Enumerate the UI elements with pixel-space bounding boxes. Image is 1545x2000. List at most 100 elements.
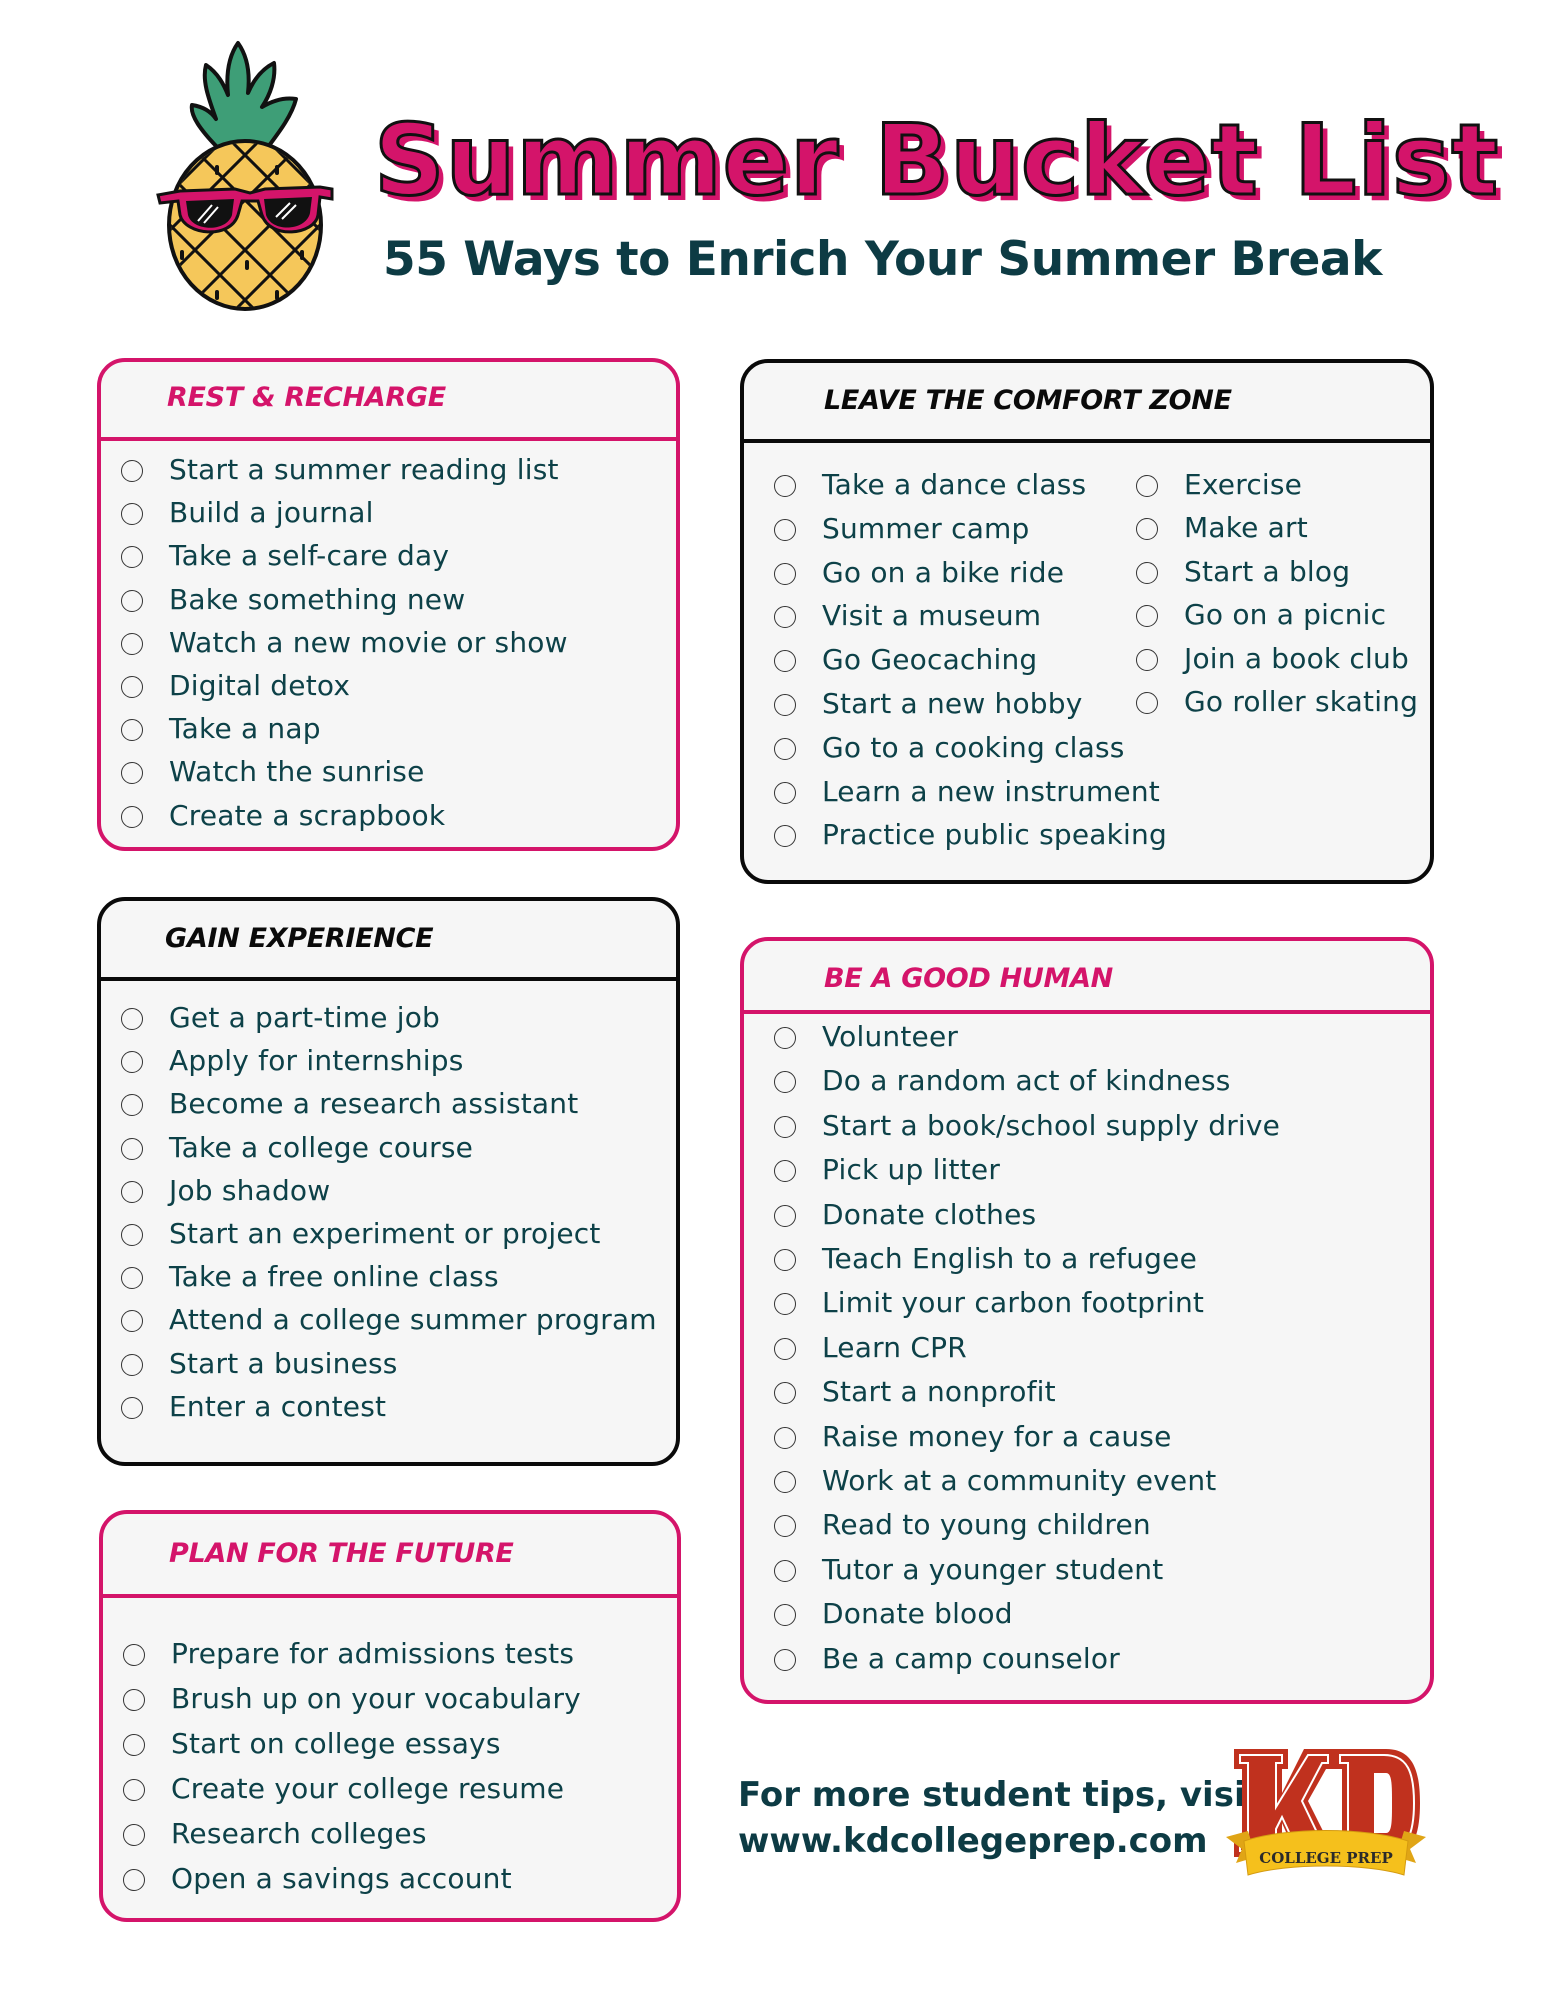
checklist-item-label: Job shadow xyxy=(169,1173,331,1207)
checklist-item-label: Exercise xyxy=(1184,468,1303,501)
checkbox-circle-icon[interactable] xyxy=(121,632,143,655)
section-plan-for-the-future: PLAN FOR THE FUTURE Prepare for admissio… xyxy=(99,1510,681,1922)
checklist-item-label: Digital detox xyxy=(169,669,351,702)
checkbox-circle-icon[interactable] xyxy=(774,1604,796,1627)
section-title: PLAN FOR THE FUTURE xyxy=(169,1538,514,1569)
checkbox-circle-icon[interactable] xyxy=(774,562,796,585)
checkbox-circle-icon[interactable] xyxy=(774,518,796,541)
section-gain-experience: GAIN EXPERIENCE Get a part-time job Apply… xyxy=(97,897,680,1466)
checkbox-circle-icon[interactable] xyxy=(774,1471,796,1493)
checkbox-circle-icon[interactable] xyxy=(123,1689,145,1711)
checkbox-circle-icon[interactable] xyxy=(123,1734,145,1756)
checkbox-circle-icon[interactable] xyxy=(1136,518,1158,541)
checkbox-circle-icon[interactable] xyxy=(121,719,143,742)
checkbox-circle-icon[interactable] xyxy=(121,762,143,785)
checkbox-circle-icon[interactable] xyxy=(774,825,796,848)
checkbox-circle-icon[interactable] xyxy=(121,1267,143,1290)
checkbox-circle-icon[interactable] xyxy=(121,1180,143,1203)
checkbox-circle-icon[interactable] xyxy=(121,1353,143,1376)
checklist-item-label: Prepare for admissions tests xyxy=(171,1637,575,1670)
checkbox-circle-icon[interactable] xyxy=(1136,692,1158,714)
checkbox-circle-icon[interactable] xyxy=(1136,648,1158,671)
section-title: BE A GOOD HUMAN xyxy=(824,963,1113,994)
checklist-item-label: Go roller skating xyxy=(1184,685,1419,718)
checkbox-circle-icon[interactable] xyxy=(121,1051,143,1074)
checkbox-circle-icon[interactable] xyxy=(123,1644,145,1666)
checkbox-circle-icon[interactable] xyxy=(121,1094,143,1117)
checkbox-circle-icon[interactable] xyxy=(121,1137,143,1160)
section-title: REST & RECHARGE xyxy=(167,382,446,413)
checkbox-circle-icon[interactable] xyxy=(123,1824,145,1846)
checkbox-circle-icon[interactable] xyxy=(121,1008,143,1030)
checklist-item-label: Donate blood xyxy=(822,1597,1013,1631)
checklist-item-label: Get a part-time job xyxy=(169,1001,441,1034)
checklist-item-label: Tutor a younger student xyxy=(822,1552,1164,1586)
checkbox-circle-icon[interactable] xyxy=(774,1648,796,1671)
footer-website-link[interactable]: www.kdcollegeprep.com xyxy=(738,1818,1262,1864)
checkbox-circle-icon[interactable] xyxy=(1136,561,1158,584)
checklist-item-label: Practice public speaking xyxy=(822,818,1167,852)
checkbox-circle-icon[interactable] xyxy=(774,781,796,804)
checkbox-circle-icon[interactable] xyxy=(121,503,143,526)
checkbox-circle-icon[interactable] xyxy=(123,1779,145,1801)
checkbox-circle-icon[interactable] xyxy=(121,546,143,569)
checklist-item-label: Apply for internships xyxy=(169,1044,464,1078)
checklist-item-label: Go on a bike ride xyxy=(822,555,1065,589)
checkbox-circle-icon[interactable] xyxy=(121,1310,143,1333)
checkbox-circle-icon[interactable] xyxy=(121,676,143,698)
checkbox-circle-icon[interactable] xyxy=(1136,475,1158,497)
checklist-item-label: Volunteer xyxy=(822,1020,959,1053)
checkbox-circle-icon[interactable] xyxy=(774,1426,796,1449)
checklist-item-label: Teach English to a refugee xyxy=(822,1242,1197,1275)
checkbox-circle-icon[interactable] xyxy=(774,1559,796,1582)
checkbox-circle-icon[interactable] xyxy=(774,1160,796,1183)
checkbox-circle-icon[interactable] xyxy=(121,1224,143,1246)
section-title: GAIN EXPERIENCE xyxy=(165,923,434,954)
checkbox-circle-icon[interactable] xyxy=(774,694,796,716)
checkbox-circle-icon[interactable] xyxy=(774,1382,796,1405)
checklist-item-label: Start an experiment or project xyxy=(169,1217,601,1250)
footer-line-1: For more student tips, visit xyxy=(738,1775,1262,1815)
checklist-item-label: Start a summer reading list xyxy=(169,453,559,486)
checklist-item-label: Take a free online class xyxy=(169,1260,499,1294)
checklist-item-label: Start a blog xyxy=(1184,554,1351,588)
section-rest-recharge: REST & RECHARGE Start a summer reading l… xyxy=(97,358,680,851)
checklist-item-label: Start a business xyxy=(169,1346,398,1380)
checkbox-circle-icon[interactable] xyxy=(121,805,143,828)
checkbox-circle-icon[interactable] xyxy=(774,650,796,673)
checklist-item-label: Go on a picnic xyxy=(1184,598,1387,632)
checkbox-circle-icon[interactable] xyxy=(121,460,143,482)
checklist-item-label: Take a nap xyxy=(169,712,321,746)
checkbox-circle-icon[interactable] xyxy=(774,1115,796,1138)
checklist-item-label: Go to a cooking class xyxy=(822,730,1125,764)
checklist-item-label: Join a book club xyxy=(1184,641,1409,675)
checklist-item-label: Watch the sunrise xyxy=(169,755,425,789)
checkbox-circle-icon[interactable] xyxy=(123,1869,145,1891)
checkbox-circle-icon[interactable] xyxy=(774,606,796,629)
section-header: PLAN FOR THE FUTURE xyxy=(103,1514,677,1598)
checkbox-circle-icon[interactable] xyxy=(774,475,796,497)
kd-college-prep-logo-icon: COLLEGE PREP xyxy=(1226,1749,1426,1876)
checklist-item-label: Start on college essays xyxy=(171,1727,501,1760)
checklist-item-label: Read to young children xyxy=(822,1508,1151,1542)
checkbox-circle-icon[interactable] xyxy=(121,1396,143,1419)
checklist-item-label: Enter a contest xyxy=(169,1389,387,1423)
checkbox-circle-icon[interactable] xyxy=(774,1337,796,1360)
section-header: GAIN EXPERIENCE xyxy=(101,901,676,981)
checkbox-circle-icon[interactable] xyxy=(774,737,796,760)
checkbox-circle-icon[interactable] xyxy=(774,1027,796,1049)
checkbox-circle-icon[interactable] xyxy=(774,1293,796,1316)
checklist-item-label: Watch a new movie or show xyxy=(169,625,568,659)
checkbox-circle-icon[interactable] xyxy=(774,1515,796,1538)
checkbox-circle-icon[interactable] xyxy=(774,1249,796,1271)
checkbox-circle-icon[interactable] xyxy=(121,589,143,612)
checkbox-circle-icon[interactable] xyxy=(774,1204,796,1227)
checkbox-circle-icon[interactable] xyxy=(774,1071,796,1094)
checklist-item-label: Make art xyxy=(1184,511,1308,545)
section-header: REST & RECHARGE xyxy=(101,362,676,441)
checklist-item-label: Start a book/school supply drive xyxy=(822,1108,1281,1142)
section-leave-comfort-zone: LEAVE THE COMFORT ZONE Take a dance clas… xyxy=(740,359,1434,884)
checkbox-circle-icon[interactable] xyxy=(1136,605,1158,628)
checklist-item-label: Take a self-care day xyxy=(169,539,450,573)
checklist-item-label: Open a savings account xyxy=(171,1862,512,1895)
